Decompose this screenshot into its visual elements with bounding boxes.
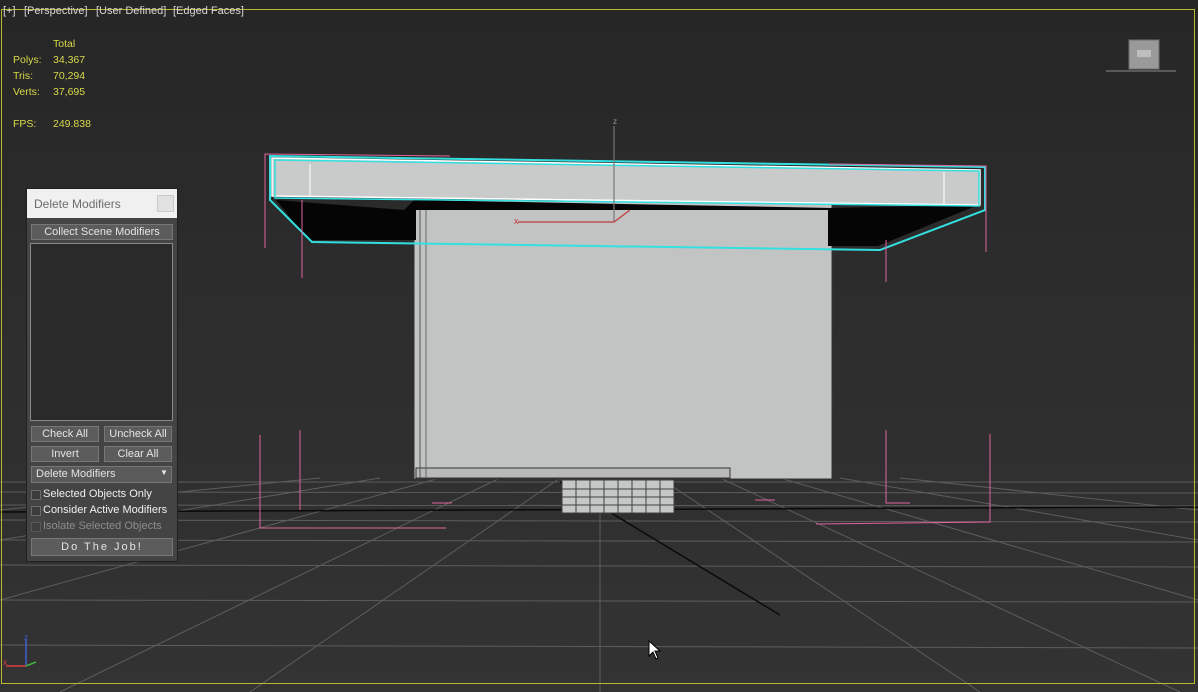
isolate-selected-objects-label: Isolate Selected Objects — [43, 520, 162, 532]
stats-verts-value: 37,695 — [53, 86, 86, 98]
perspective-viewport[interactable]: z x [+] [Perspective] [User Defined] [Ed… — [0, 0, 1198, 692]
axis-tripod-icon: z x — [3, 633, 37, 667]
chevron-down-icon: ▼ — [160, 468, 168, 477]
mode-dropdown[interactable]: Delete Modifiers ▼ — [31, 466, 172, 483]
gizmo-axis-z-label: z — [613, 117, 617, 126]
delete-modifiers-dialog: Delete Modifiers Collect Scene Modifiers… — [26, 188, 178, 562]
dropdown-selected-value: Delete Modifiers — [36, 468, 116, 480]
stats-fps-label: FPS: — [13, 118, 37, 130]
invert-button[interactable]: Invert — [31, 446, 99, 462]
mouse-cursor-icon — [648, 640, 662, 660]
clear-all-button[interactable]: Clear All — [104, 446, 172, 462]
viewcube-icon[interactable] — [1106, 38, 1176, 78]
viewport-menu-perspective[interactable]: [Perspective] — [24, 5, 88, 17]
stats-polys-label: Polys: — [13, 54, 42, 66]
uncheck-all-button[interactable]: Uncheck All — [104, 426, 172, 442]
tripod-z-label: z — [24, 633, 28, 642]
modifiers-list[interactable] — [30, 243, 173, 421]
stats-verts-label: Verts: — [13, 86, 40, 98]
box-body — [413, 199, 833, 480]
consider-active-modifiers-checkbox[interactable] — [31, 506, 41, 516]
collect-scene-modifiers-button[interactable]: Collect Scene Modifiers — [31, 224, 173, 240]
dialog-titlebar[interactable]: Delete Modifiers — [27, 189, 177, 218]
scene-3d[interactable]: z x — [0, 0, 1198, 692]
dialog-title: Delete Modifiers — [34, 197, 121, 211]
consider-active-modifiers-label: Consider Active Modifiers — [43, 504, 168, 516]
stats-polys-value: 34,367 — [53, 54, 86, 66]
selected-objects-only-checkbox[interactable] — [31, 490, 41, 500]
stats-header: Total — [53, 38, 76, 50]
cylinder-base — [561, 479, 675, 514]
stats-tris-value: 70,294 — [53, 70, 86, 82]
stats-tris-label: Tris: — [13, 70, 34, 82]
selected-objects-only-label: Selected Objects Only — [43, 488, 152, 500]
check-all-button[interactable]: Check All — [31, 426, 99, 442]
gizmo-axis-x-label: x — [514, 216, 519, 226]
dialog-close-button[interactable] — [157, 195, 174, 212]
viewport-menu-plus[interactable]: [+] — [3, 5, 16, 17]
do-the-job-button[interactable]: Do The Job! — [31, 538, 173, 556]
viewport-menu-user-defined[interactable]: [User Defined] — [96, 5, 166, 17]
tripod-x-label: x — [3, 658, 7, 667]
stats-fps-value: 249.838 — [53, 118, 91, 130]
viewport-menu-edged-faces[interactable]: [Edged Faces] — [173, 5, 244, 17]
isolate-selected-objects-checkbox[interactable] — [31, 522, 41, 532]
